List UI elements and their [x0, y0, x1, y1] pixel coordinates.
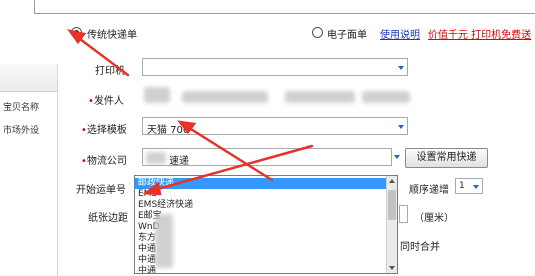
- chevron-down-icon: [473, 185, 479, 189]
- sender-label: •发件人: [88, 96, 124, 107]
- carrier-label: •物流公司: [81, 156, 127, 167]
- redacted-carrier: [146, 152, 166, 164]
- electronic-label[interactable]: 电子面单: [327, 26, 367, 41]
- promo-link[interactable]: 价值千元 打印机免费送: [428, 26, 531, 41]
- dropdown-item[interactable]: 邮政快递: [135, 178, 387, 189]
- dropdown-item[interactable]: 中通: [135, 266, 387, 273]
- margin-unit: （厘米）: [414, 213, 454, 224]
- left-list-header: [0, 64, 57, 92]
- printer-select[interactable]: [142, 58, 408, 76]
- printer-label: 打印机: [95, 66, 125, 77]
- dropdown-item[interactable]: EMS: [135, 189, 387, 200]
- carrier-select[interactable]: 速递: [142, 148, 392, 166]
- scroll-down-icon[interactable]: [389, 266, 395, 270]
- sequence-value: 1: [459, 181, 465, 191]
- dropdown-item[interactable]: EMS经济快递: [135, 200, 387, 211]
- chevron-down-icon: [398, 66, 404, 70]
- traditional-label[interactable]: 传统快递单: [87, 26, 137, 41]
- margin-label: 纸张边距: [88, 213, 128, 224]
- set-common-carrier-button[interactable]: 设置常用快递: [405, 148, 488, 168]
- sequence-stepper[interactable]: 1: [455, 178, 483, 194]
- carrier-dropdown-list[interactable]: 邮政快递 EMS EMS经济快递 E邮宝 WnD 东方 中通 中通 中通: [134, 175, 398, 274]
- electronic-radio[interactable]: [312, 27, 323, 38]
- redacted-sender: [362, 91, 410, 103]
- list-item[interactable]: 市场外设: [3, 123, 39, 136]
- usage-link[interactable]: 使用说明: [380, 26, 420, 41]
- sequence-label: 顺序递增: [409, 185, 449, 196]
- redacted-sender: [144, 87, 170, 103]
- margin-input[interactable]: [399, 205, 408, 223]
- redacted-sender: [285, 91, 355, 103]
- scroll-thumb[interactable]: [388, 190, 396, 220]
- dropdown-scrollbar[interactable]: [386, 176, 397, 273]
- redacted-dropdown: [155, 214, 173, 268]
- chevron-down-icon[interactable]: [394, 155, 400, 159]
- start-number-label: 开始运单号: [76, 185, 126, 196]
- redacted-sender: [182, 91, 268, 103]
- left-list-panel: 宝贝名称 市场外设: [0, 64, 58, 276]
- template-label: •选择模板: [81, 125, 127, 136]
- window-frame: [34, 0, 535, 14]
- merge-label: 同时合并: [400, 242, 440, 253]
- traditional-radio[interactable]: [71, 27, 82, 38]
- template-select[interactable]: 天猫 700: [142, 117, 408, 135]
- template-value: 天猫 700: [147, 125, 190, 135]
- scroll-up-icon[interactable]: [389, 179, 395, 183]
- carrier-value: 速递: [169, 156, 189, 166]
- list-item[interactable]: 宝贝名称: [3, 100, 39, 113]
- chevron-down-icon: [398, 125, 404, 129]
